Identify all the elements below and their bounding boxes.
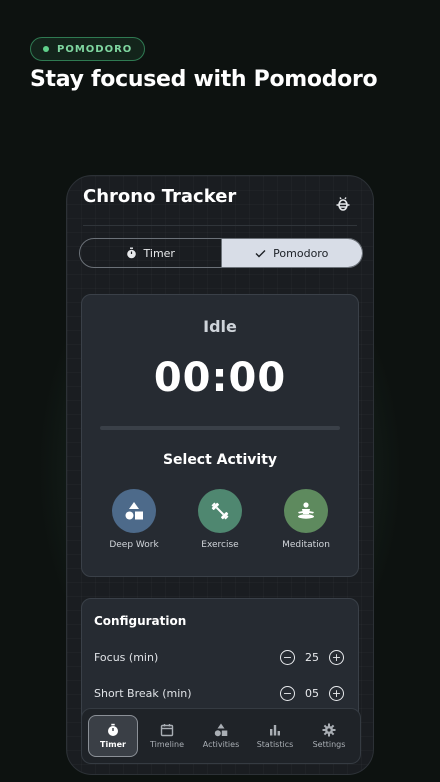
nav-item-activities[interactable]: Activities [196, 715, 246, 757]
select-activity-title: Select Activity [162, 452, 278, 468]
stopwatch-icon [108, 723, 118, 736]
dumbbell-icon [198, 489, 242, 533]
activity-list: Deep Work Exercise Meditation [82, 489, 358, 550]
config-value: 05 [305, 686, 319, 700]
bottom-navigation: Timer Timeline Activities Statistics Set… [81, 708, 361, 764]
decrement-button[interactable]: − [280, 649, 295, 665]
nav-item-timer[interactable]: Timer [88, 715, 138, 757]
nav-item-statistics[interactable]: Statistics [250, 715, 300, 757]
mode-toggle: Timer Pomodoro [79, 238, 363, 268]
tab-timer-label: Timer [143, 246, 175, 260]
tab-timer[interactable]: Timer [80, 239, 222, 267]
pomodoro-badge: POMODORO [30, 37, 146, 61]
nav-label: Activities [202, 740, 240, 749]
nav-label: Statistics [256, 740, 294, 749]
config-row-focus: Focus (min) − 25 + [94, 647, 344, 667]
config-row-short-break: Short Break (min) − 05 + [94, 683, 344, 703]
promo-header: POMODORO Stay focused with Pomodoro [30, 37, 378, 92]
tab-pomodoro-label: Pomodoro [273, 246, 329, 260]
decrement-button[interactable]: − [280, 685, 295, 701]
app-bar: Chrono Tracker [83, 184, 357, 226]
check-icon [255, 249, 266, 257]
increment-button[interactable]: + [329, 649, 344, 665]
activity-meditation[interactable]: Meditation [266, 489, 346, 550]
shapes-icon [112, 489, 156, 533]
focus-stepper: − 25 + [280, 649, 344, 665]
activity-exercise[interactable]: Exercise [180, 489, 260, 550]
nav-item-settings[interactable]: Settings [304, 715, 354, 757]
activity-label: Exercise [201, 540, 239, 550]
nav-label: Settings [312, 740, 346, 749]
gear-icon [322, 723, 336, 737]
activity-deep-work[interactable]: Deep Work [94, 489, 174, 550]
bug-icon[interactable] [335, 196, 351, 212]
config-label: Focus (min) [94, 650, 159, 664]
tab-pomodoro[interactable]: Pomodoro [221, 239, 362, 267]
phone-screen: Chrono Tracker Timer Pomodoro Idle 00:00… [66, 175, 374, 775]
increment-button[interactable]: + [329, 685, 344, 701]
activity-label: Deep Work [109, 540, 159, 550]
configuration-title: Configuration [94, 614, 187, 628]
timer-status: Idle [203, 317, 237, 336]
timer-card: Idle 00:00 Select Activity Deep Work Exe… [81, 294, 359, 577]
nav-item-timeline[interactable]: Timeline [142, 715, 192, 757]
app-title: Chrono Tracker [83, 186, 237, 207]
badge-dot [43, 46, 49, 52]
nav-label: Timer [100, 740, 126, 749]
activity-label: Meditation [282, 540, 330, 550]
timer-display: 00:00 [153, 355, 287, 401]
timer-progress-bar [100, 426, 340, 430]
config-label: Short Break (min) [94, 686, 192, 700]
short-break-stepper: − 05 + [280, 685, 344, 701]
promo-headline: Stay focused with Pomodoro [30, 67, 378, 92]
badge-label: POMODORO [57, 43, 133, 55]
bar-chart-icon [270, 725, 280, 736]
nav-label: Timeline [149, 740, 184, 749]
shapes-icon [214, 723, 228, 737]
calendar-icon [160, 724, 174, 737]
config-value: 25 [305, 650, 319, 664]
meditation-icon [284, 489, 328, 533]
stopwatch-icon [126, 247, 136, 259]
